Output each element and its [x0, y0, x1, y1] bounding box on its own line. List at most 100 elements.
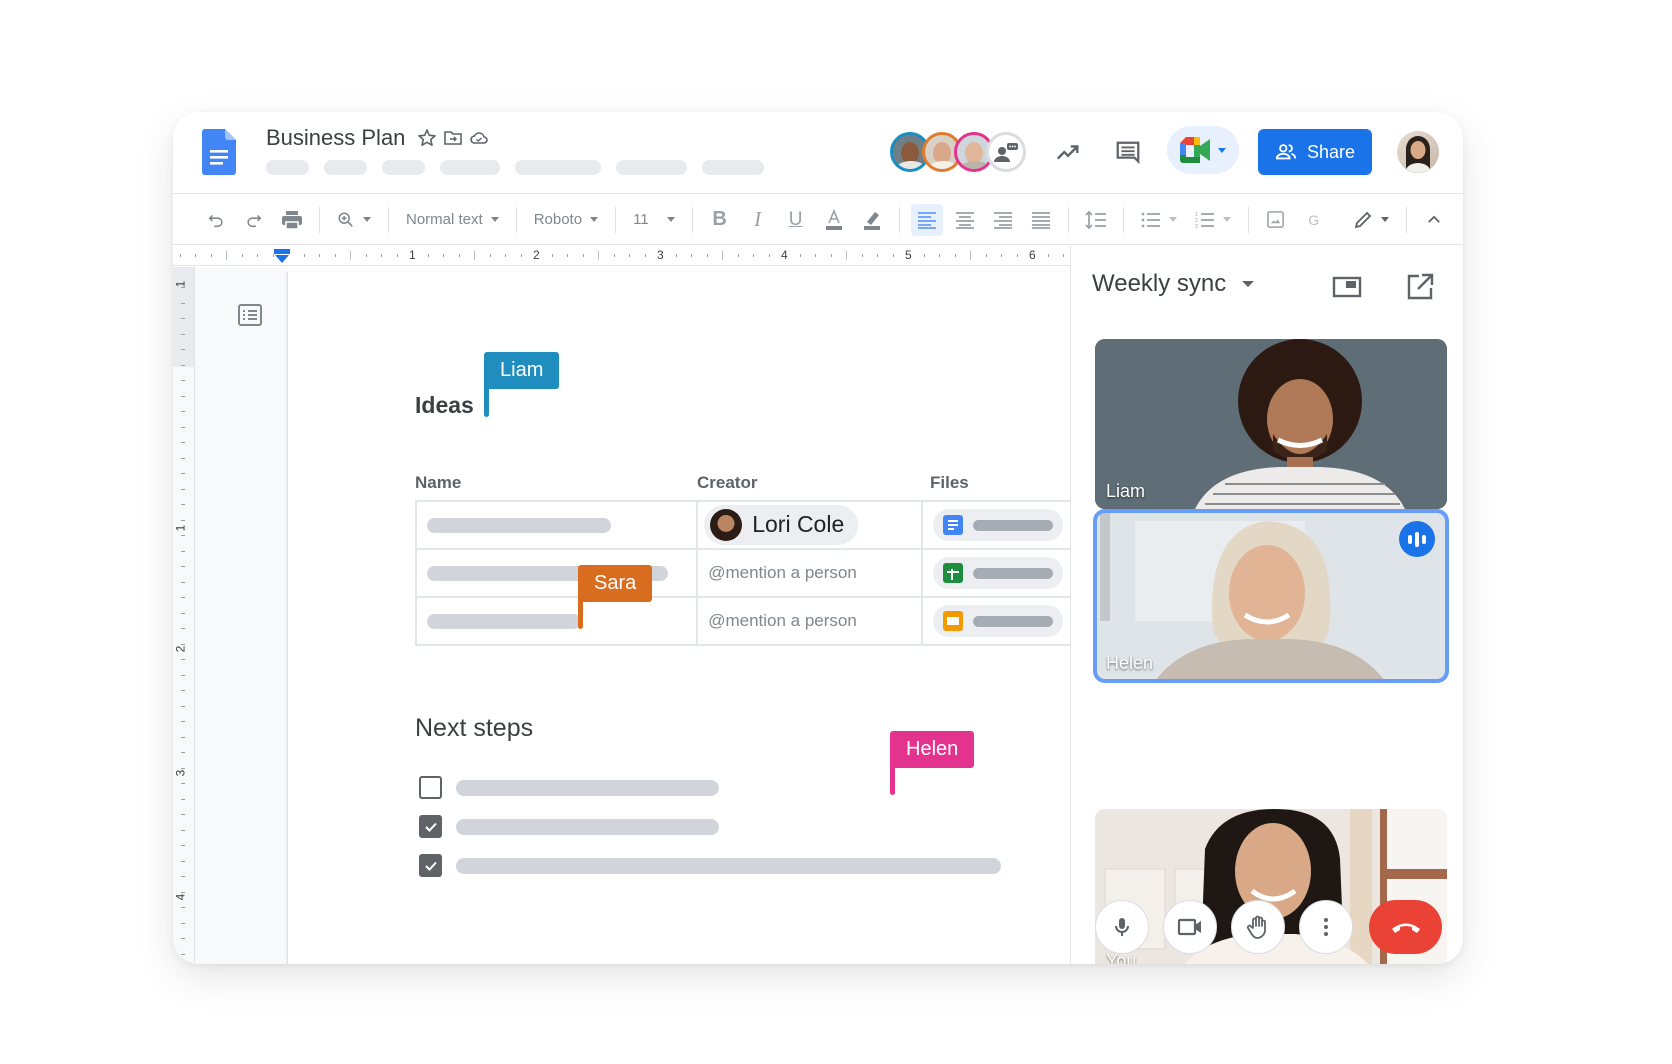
- redo-icon[interactable]: [238, 204, 270, 236]
- zoom-select[interactable]: [331, 204, 377, 236]
- print-icon[interactable]: [276, 204, 308, 236]
- ruler-tick: [181, 457, 185, 459]
- person-chip[interactable]: Lori Cole: [704, 504, 859, 545]
- move-to-folder-icon[interactable]: [443, 128, 463, 148]
- align-center-icon[interactable]: [949, 204, 981, 236]
- heading-next-steps[interactable]: Next steps: [415, 714, 533, 743]
- editing-mode-select[interactable]: [1347, 204, 1395, 236]
- ruler-number: 3: [657, 248, 664, 262]
- files-cell[interactable]: [921, 596, 1075, 646]
- file-chip-slides[interactable]: [933, 605, 1063, 637]
- share-button[interactable]: Share: [1258, 129, 1372, 175]
- ruler-tick: [181, 845, 185, 846]
- camera-button[interactable]: [1163, 900, 1217, 954]
- raise-hand-button[interactable]: [1231, 900, 1285, 954]
- toolbar-divider: [615, 206, 617, 233]
- insert-link-icon[interactable]: G: [1298, 204, 1330, 236]
- ruler-tick: [970, 251, 971, 260]
- bold-icon[interactable]: B: [704, 204, 736, 236]
- presenting-users-icon[interactable]: [986, 132, 1026, 172]
- name-cell[interactable]: [414, 596, 699, 646]
- end-call-button[interactable]: [1369, 900, 1442, 954]
- cloud-saved-icon[interactable]: [469, 128, 489, 148]
- file-chip-sheets[interactable]: [933, 557, 1063, 589]
- outline-gutter: [195, 267, 287, 964]
- ruler-tick: [181, 535, 185, 536]
- heading-ideas[interactable]: Ideas: [415, 392, 474, 419]
- picture-in-picture-icon[interactable]: [1332, 272, 1362, 302]
- horizontal-ruler[interactable]: 1 2 3 4 5 6: [173, 246, 1070, 266]
- file-name-placeholder: [973, 519, 1053, 531]
- checkbox-checked[interactable]: [419, 854, 442, 877]
- more-options-button[interactable]: [1299, 900, 1353, 954]
- participant-tile-liam[interactable]: Liam: [1095, 339, 1447, 509]
- menu-item-placeholder[interactable]: [266, 160, 309, 175]
- participant-tile-helen[interactable]: Helen: [1093, 509, 1449, 683]
- toolbar-divider: [1405, 206, 1407, 233]
- creator-cell[interactable]: Lori Cole: [696, 500, 923, 550]
- files-cell[interactable]: [921, 500, 1075, 550]
- activity-trend-icon[interactable]: [1053, 138, 1083, 168]
- checklist-item: [419, 815, 719, 838]
- creator-cell[interactable]: @mention a person: [696, 548, 923, 598]
- document-page[interactable]: Ideas Name Creator Files Lori Cole @ment…: [287, 272, 1075, 964]
- bulleted-list-icon[interactable]: [1135, 204, 1183, 236]
- creator-cell[interactable]: @mention a person: [696, 596, 923, 646]
- table-header-creator: Creator: [697, 473, 758, 492]
- menu-item-placeholder[interactable]: [616, 160, 687, 175]
- meet-button[interactable]: [1167, 126, 1239, 174]
- ruler-tick: [861, 254, 863, 257]
- google-docs-logo-icon[interactable]: [202, 129, 236, 175]
- undo-icon[interactable]: [200, 204, 232, 236]
- highlight-icon[interactable]: [856, 204, 888, 236]
- underline-icon[interactable]: U: [780, 204, 812, 236]
- numbered-list-icon[interactable]: 123: [1189, 204, 1237, 236]
- align-right-icon[interactable]: [987, 204, 1019, 236]
- ruler-tick: [181, 426, 185, 428]
- font-size-select[interactable]: 11: [627, 204, 681, 236]
- paragraph-style-select[interactable]: Normal text: [400, 204, 505, 236]
- table-row: @mention a person: [414, 596, 1075, 646]
- name-cell[interactable]: [414, 500, 699, 550]
- align-left-icon[interactable]: [910, 203, 943, 236]
- avatar: [710, 508, 743, 541]
- vertical-ruler[interactable]: 1 1 2 3 4: [173, 267, 195, 964]
- menu-item-placeholder[interactable]: [702, 160, 764, 175]
- font-select[interactable]: Roboto: [528, 204, 604, 236]
- star-icon[interactable]: [417, 128, 437, 148]
- meeting-name-dropdown[interactable]: Weekly sync: [1092, 270, 1255, 298]
- menu-item-placeholder[interactable]: [324, 160, 367, 175]
- insert-image-icon[interactable]: [1260, 204, 1292, 236]
- checklist-item: [419, 776, 719, 799]
- chevron-down-icon: [666, 217, 675, 222]
- mention-placeholder[interactable]: @mention a person: [708, 563, 857, 582]
- ruler-tick: [985, 254, 987, 257]
- comments-icon[interactable]: [1113, 138, 1143, 168]
- document-outline-icon[interactable]: [237, 302, 263, 328]
- menu-item-placeholder[interactable]: [440, 160, 500, 175]
- table-header-name: Name: [415, 473, 462, 492]
- chevron-down-icon: [1168, 217, 1177, 222]
- user-avatar[interactable]: [1397, 131, 1439, 173]
- italic-icon[interactable]: I: [742, 204, 774, 236]
- collapse-menus-icon[interactable]: [1418, 204, 1450, 236]
- mention-placeholder[interactable]: @mention a person: [708, 611, 857, 630]
- ruler-tick: [303, 254, 305, 257]
- checkbox-checked[interactable]: [419, 815, 442, 838]
- open-in-new-window-icon[interactable]: [1405, 272, 1435, 302]
- file-chip-docs[interactable]: [933, 509, 1063, 541]
- line-spacing-icon[interactable]: [1080, 204, 1112, 236]
- align-justify-icon[interactable]: [1025, 204, 1057, 236]
- pencil-icon: [1354, 211, 1371, 228]
- name-cell[interactable]: [414, 548, 699, 598]
- files-cell[interactable]: [921, 548, 1075, 598]
- toolbar-divider: [388, 206, 389, 233]
- document-title[interactable]: Business Plan: [266, 125, 405, 151]
- menu-item-placeholder[interactable]: [382, 160, 425, 175]
- indent-marker-icon[interactable]: [274, 249, 290, 263]
- ruler-tick: [551, 254, 553, 257]
- microphone-button[interactable]: [1095, 900, 1149, 954]
- text-color-icon[interactable]: [818, 204, 850, 236]
- checkbox-unchecked[interactable]: [419, 776, 442, 799]
- menu-item-placeholder[interactable]: [515, 160, 601, 175]
